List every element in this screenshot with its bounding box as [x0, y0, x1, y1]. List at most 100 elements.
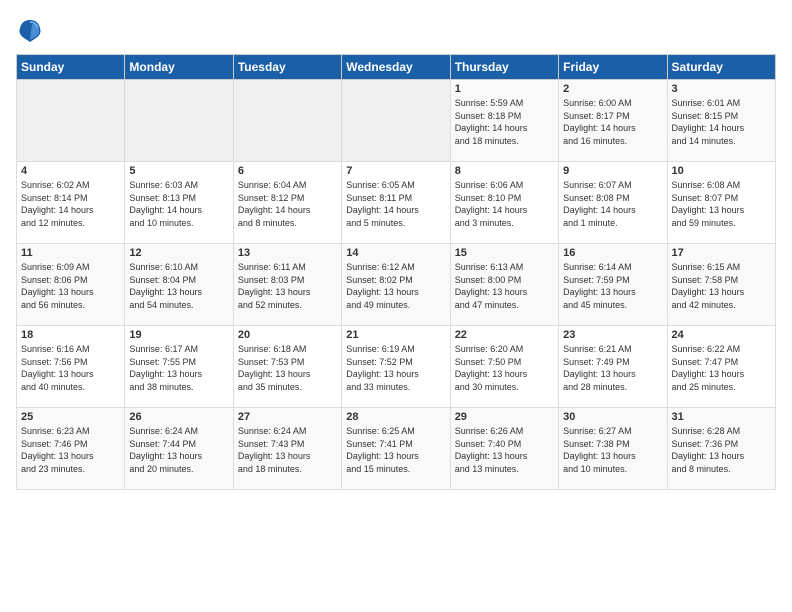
day-info: Sunrise: 6:13 AM Sunset: 8:00 PM Dayligh…: [455, 261, 554, 311]
day-info: Sunrise: 6:21 AM Sunset: 7:49 PM Dayligh…: [563, 343, 662, 393]
week-row-1: 1 Sunrise: 5:59 AM Sunset: 8:18 PM Daylig…: [17, 80, 776, 162]
calendar-cell: 14Sunrise: 6:12 AM Sunset: 8:02 PM Dayli…: [342, 244, 450, 326]
day-info: Sunrise: 6:11 AM Sunset: 8:03 PM Dayligh…: [238, 261, 337, 311]
day-number: 7: [346, 165, 445, 177]
day-number: 13: [238, 247, 337, 259]
day-info: Sunrise: 6:24 AM Sunset: 7:44 PM Dayligh…: [129, 425, 228, 475]
day-number: 30: [563, 411, 662, 423]
day-number: 26: [129, 411, 228, 423]
day-number: 22: [455, 329, 554, 341]
calendar-cell: 4Sunrise: 6:02 AM Sunset: 8:14 PM Daylig…: [17, 162, 125, 244]
day-info: Sunrise: 6:02 AM Sunset: 8:14 PM Dayligh…: [21, 179, 120, 229]
calendar-cell: 16Sunrise: 6:14 AM Sunset: 7:59 PM Dayli…: [559, 244, 667, 326]
day-number: 1: [455, 83, 554, 95]
day-number: 3: [672, 83, 771, 95]
header: [16, 16, 776, 44]
header-day-thursday: Thursday: [450, 55, 558, 80]
day-number: 11: [21, 247, 120, 259]
calendar-cell: 27 Sunrise: 6:24 AM Sunset: 7:43 PM Dayli…: [233, 408, 341, 490]
day-number: 2: [563, 83, 662, 95]
day-info: Sunrise: 6:26 AM Sunset: 7:40 PM Dayligh…: [455, 425, 554, 475]
calendar-cell: 22 Sunrise: 6:20 AM Sunset: 7:50 PM Dayli…: [450, 326, 558, 408]
calendar-cell: 19 Sunrise: 6:17 AM Sunset: 7:55 PM Dayli…: [125, 326, 233, 408]
day-number: 6: [238, 165, 337, 177]
day-info: Sunrise: 6:20 AM Sunset: 7:50 PM Dayligh…: [455, 343, 554, 393]
day-info: Sunrise: 5:59 AM Sunset: 8:18 PM Dayligh…: [455, 97, 554, 147]
header-day-wednesday: Wednesday: [342, 55, 450, 80]
calendar-cell: 9 Sunrise: 6:07 AM Sunset: 8:08 PM Daylig…: [559, 162, 667, 244]
day-info: Sunrise: 6:07 AM Sunset: 8:08 PM Dayligh…: [563, 179, 662, 229]
calendar-cell: [342, 80, 450, 162]
day-info: Sunrise: 6:12 AM Sunset: 8:02 PM Dayligh…: [346, 261, 445, 311]
day-info: Sunrise: 6:03 AM Sunset: 8:13 PM Dayligh…: [129, 179, 228, 229]
day-info: Sunrise: 6:23 AM Sunset: 7:46 PM Dayligh…: [21, 425, 120, 475]
calendar-table: SundayMondayTuesdayWednesdayThursdayFrid…: [16, 54, 776, 490]
calendar-cell: 24 Sunrise: 6:22 AM Sunset: 7:47 PM Dayli…: [667, 326, 775, 408]
calendar-cell: 5 Sunrise: 6:03 AM Sunset: 8:13 PM Daylig…: [125, 162, 233, 244]
calendar-cell: [17, 80, 125, 162]
header-day-friday: Friday: [559, 55, 667, 80]
day-info: Sunrise: 6:00 AM Sunset: 8:17 PM Dayligh…: [563, 97, 662, 147]
header-day-tuesday: Tuesday: [233, 55, 341, 80]
day-number: 17: [672, 247, 771, 259]
calendar-cell: 3 Sunrise: 6:01 AM Sunset: 8:15 PM Daylig…: [667, 80, 775, 162]
day-number: 23: [563, 329, 662, 341]
calendar-cell: 26 Sunrise: 6:24 AM Sunset: 7:44 PM Dayli…: [125, 408, 233, 490]
day-info: Sunrise: 6:28 AM Sunset: 7:36 PM Dayligh…: [672, 425, 771, 475]
day-number: 9: [563, 165, 662, 177]
header-row: SundayMondayTuesdayWednesdayThursdayFrid…: [17, 55, 776, 80]
day-number: 5: [129, 165, 228, 177]
calendar-cell: 12 Sunrise: 6:10 AM Sunset: 8:04 PM Dayli…: [125, 244, 233, 326]
logo-icon: [16, 16, 44, 44]
day-info: Sunrise: 6:27 AM Sunset: 7:38 PM Dayligh…: [563, 425, 662, 475]
day-info: Sunrise: 6:01 AM Sunset: 8:15 PM Dayligh…: [672, 97, 771, 147]
day-number: 29: [455, 411, 554, 423]
day-info: Sunrise: 6:08 AM Sunset: 8:07 PM Dayligh…: [672, 179, 771, 229]
day-number: 31: [672, 411, 771, 423]
week-row-2: 4Sunrise: 6:02 AM Sunset: 8:14 PM Daylig…: [17, 162, 776, 244]
day-info: Sunrise: 6:09 AM Sunset: 8:06 PM Dayligh…: [21, 261, 120, 311]
calendar-cell: 20 Sunrise: 6:18 AM Sunset: 7:53 PM Dayli…: [233, 326, 341, 408]
calendar-cell: 25 Sunrise: 6:23 AM Sunset: 7:46 PM Dayli…: [17, 408, 125, 490]
day-info: Sunrise: 6:22 AM Sunset: 7:47 PM Dayligh…: [672, 343, 771, 393]
day-number: 25: [21, 411, 120, 423]
week-row-3: 11 Sunrise: 6:09 AM Sunset: 8:06 PM Dayli…: [17, 244, 776, 326]
day-number: 24: [672, 329, 771, 341]
day-number: 19: [129, 329, 228, 341]
day-number: 12: [129, 247, 228, 259]
day-number: 27: [238, 411, 337, 423]
calendar-cell: 1 Sunrise: 5:59 AM Sunset: 8:18 PM Daylig…: [450, 80, 558, 162]
day-number: 20: [238, 329, 337, 341]
day-info: Sunrise: 6:04 AM Sunset: 8:12 PM Dayligh…: [238, 179, 337, 229]
day-number: 15: [455, 247, 554, 259]
calendar-cell: 10Sunrise: 6:08 AM Sunset: 8:07 PM Dayli…: [667, 162, 775, 244]
header-day-monday: Monday: [125, 55, 233, 80]
calendar-cell: 11 Sunrise: 6:09 AM Sunset: 8:06 PM Dayli…: [17, 244, 125, 326]
calendar-cell: 13 Sunrise: 6:11 AM Sunset: 8:03 PM Dayli…: [233, 244, 341, 326]
week-row-4: 18Sunrise: 6:16 AM Sunset: 7:56 PM Dayli…: [17, 326, 776, 408]
calendar-cell: 31 Sunrise: 6:28 AM Sunset: 7:36 PM Dayli…: [667, 408, 775, 490]
day-info: Sunrise: 6:25 AM Sunset: 7:41 PM Dayligh…: [346, 425, 445, 475]
logo: [16, 16, 48, 44]
day-info: Sunrise: 6:17 AM Sunset: 7:55 PM Dayligh…: [129, 343, 228, 393]
calendar-cell: 23 Sunrise: 6:21 AM Sunset: 7:49 PM Dayli…: [559, 326, 667, 408]
header-day-sunday: Sunday: [17, 55, 125, 80]
calendar-cell: 29 Sunrise: 6:26 AM Sunset: 7:40 PM Dayli…: [450, 408, 558, 490]
calendar-cell: 28 Sunrise: 6:25 AM Sunset: 7:41 PM Dayli…: [342, 408, 450, 490]
calendar-cell: 17 Sunrise: 6:15 AM Sunset: 7:58 PM Dayli…: [667, 244, 775, 326]
day-info: Sunrise: 6:15 AM Sunset: 7:58 PM Dayligh…: [672, 261, 771, 311]
day-number: 28: [346, 411, 445, 423]
page: SundayMondayTuesdayWednesdayThursdayFrid…: [0, 0, 792, 612]
day-number: 21: [346, 329, 445, 341]
calendar-cell: 2 Sunrise: 6:00 AM Sunset: 8:17 PM Daylig…: [559, 80, 667, 162]
calendar-cell: 15 Sunrise: 6:13 AM Sunset: 8:00 PM Dayli…: [450, 244, 558, 326]
day-info: Sunrise: 6:18 AM Sunset: 7:53 PM Dayligh…: [238, 343, 337, 393]
header-day-saturday: Saturday: [667, 55, 775, 80]
calendar-cell: 6 Sunrise: 6:04 AM Sunset: 8:12 PM Daylig…: [233, 162, 341, 244]
day-info: Sunrise: 6:24 AM Sunset: 7:43 PM Dayligh…: [238, 425, 337, 475]
day-info: Sunrise: 6:05 AM Sunset: 8:11 PM Dayligh…: [346, 179, 445, 229]
calendar-cell: 18Sunrise: 6:16 AM Sunset: 7:56 PM Dayli…: [17, 326, 125, 408]
day-number: 16: [563, 247, 662, 259]
day-info: Sunrise: 6:06 AM Sunset: 8:10 PM Dayligh…: [455, 179, 554, 229]
day-info: Sunrise: 6:10 AM Sunset: 8:04 PM Dayligh…: [129, 261, 228, 311]
